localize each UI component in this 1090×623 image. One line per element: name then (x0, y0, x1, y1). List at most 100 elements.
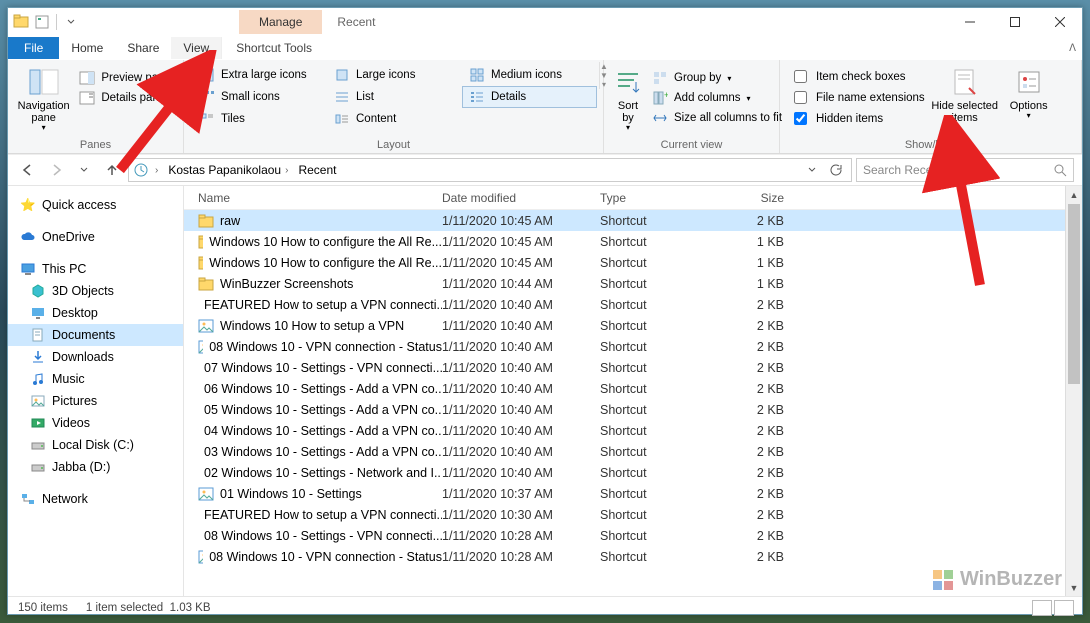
nav-pictures[interactable]: Pictures (8, 390, 183, 412)
maximize-button[interactable] (992, 8, 1037, 36)
nav-desktop[interactable]: Desktop (8, 302, 183, 324)
nav-quick-access[interactable]: ⭐Quick access (8, 194, 183, 216)
svg-text:+: + (664, 90, 668, 100)
collapse-ribbon-icon[interactable]: ᐱ (1069, 43, 1076, 54)
details-pane-button[interactable]: Details pane (73, 88, 177, 108)
file-row[interactable]: 07 Windows 10 - Settings - VPN connecti.… (184, 357, 1082, 378)
view-details-button[interactable] (1032, 600, 1052, 616)
nav-this-pc[interactable]: This PC (8, 258, 183, 280)
details-pane-icon (79, 90, 95, 106)
breadcrumb-recent[interactable]: Recent (294, 163, 340, 177)
col-size[interactable]: Size (728, 191, 802, 205)
file-row[interactable]: 06 Windows 10 - Settings - Add a VPN co.… (184, 378, 1082, 399)
column-headers[interactable]: Name Date modified Type Size (184, 186, 1082, 210)
layout-extra-large[interactable]: Extra large icons (192, 64, 327, 86)
scroll-up-icon[interactable]: ▲ (1066, 186, 1082, 203)
tab-shortcut-tools[interactable]: Shortcut Tools (221, 37, 326, 59)
group-by-button[interactable]: Group by ▾ (646, 68, 788, 88)
layout-large[interactable]: Large icons (327, 64, 462, 86)
status-bar: 150 items 1 item selected 1.03 KB (8, 596, 1082, 619)
file-row[interactable]: Windows 10 How to configure the All Re..… (184, 231, 1082, 252)
minimize-button[interactable] (947, 8, 992, 36)
nav-3d-objects[interactable]: 3D Objects (8, 280, 183, 302)
view-large-icons-button[interactable] (1054, 600, 1074, 616)
file-row[interactable]: 08 Windows 10 - VPN connection - Status1… (184, 546, 1082, 567)
search-box[interactable]: Search Recent (856, 158, 1074, 182)
file-row[interactable]: WinBuzzer Screenshots1/11/2020 10:44 AMS… (184, 273, 1082, 294)
nav-jabba[interactable]: Jabba (D:) (8, 456, 183, 478)
address-box[interactable]: › Kostas Papanikolaou› Recent (128, 158, 852, 182)
tab-file[interactable]: File (8, 37, 59, 59)
col-name[interactable]: Name (184, 191, 442, 205)
col-type[interactable]: Type (600, 191, 728, 205)
status-count: 150 items (18, 602, 68, 614)
qat-dropdown[interactable] (62, 13, 80, 31)
file-row[interactable]: Windows 10 How to configure the All Re..… (184, 252, 1082, 273)
sort-by-button[interactable]: Sort by▾ (610, 62, 646, 137)
hide-selected-button[interactable]: Hide selected items (929, 62, 1001, 128)
file-row[interactable]: 01 Windows 10 - Settings1/11/2020 10:37 … (184, 483, 1082, 504)
nav-onedrive[interactable]: OneDrive (8, 226, 183, 248)
address-dropdown[interactable] (803, 158, 821, 182)
layout-content[interactable]: Content (327, 108, 462, 130)
tab-home[interactable]: Home (59, 37, 115, 59)
file-row[interactable]: raw1/11/2020 10:45 AMShortcut2 KB (184, 210, 1082, 231)
nav-music[interactable]: Music (8, 368, 183, 390)
layout-small[interactable]: Small icons (192, 86, 327, 108)
hide-selected-label: Hide selected items (931, 100, 999, 124)
file-name-extensions-checkbox[interactable]: File name extensions (786, 87, 929, 108)
layout-list[interactable]: List (327, 86, 462, 108)
add-columns-button[interactable]: +Add columns ▾ (646, 88, 788, 108)
scroll-down-icon[interactable]: ▼ (1066, 579, 1082, 596)
tab-share[interactable]: Share (115, 37, 171, 59)
preview-pane-button[interactable]: Preview pane (73, 68, 177, 88)
scroll-thumb[interactable] (1068, 204, 1080, 384)
titlebar: Manage Recent (8, 8, 1082, 36)
file-row[interactable]: 02 Windows 10 - Settings - Network and I… (184, 462, 1082, 483)
star-icon: ⭐ (20, 197, 36, 213)
up-button[interactable] (100, 158, 124, 182)
nav-local-disk[interactable]: Local Disk (C:) (8, 434, 183, 456)
status-selection: 1 item selected (86, 602, 163, 614)
col-date[interactable]: Date modified (442, 191, 600, 205)
nav-documents[interactable]: Documents (8, 324, 183, 346)
navigation-pane-button[interactable]: Navigation pane▾ (14, 62, 73, 137)
file-row[interactable]: 03 Windows 10 - Settings - Add a VPN co.… (184, 441, 1082, 462)
nav-downloads[interactable]: Downloads (8, 346, 183, 368)
drive-icon (30, 437, 46, 453)
documents-icon (30, 327, 46, 343)
nav-videos[interactable]: Videos (8, 412, 183, 434)
clock-icon (133, 162, 149, 178)
network-icon (20, 491, 36, 507)
file-row[interactable]: 08 Windows 10 - Settings - VPN connecti.… (184, 525, 1082, 546)
pictures-icon (30, 393, 46, 409)
file-row[interactable]: FEATURED How to setup a VPN connecti...1… (184, 504, 1082, 525)
layout-details[interactable]: Details (462, 86, 597, 108)
file-row[interactable]: Windows 10 How to setup a VPN1/11/2020 1… (184, 315, 1082, 336)
back-button[interactable] (16, 158, 40, 182)
item-check-boxes-checkbox[interactable]: Item check boxes (786, 66, 929, 87)
contextual-tab-manage[interactable]: Manage (239, 10, 322, 34)
ribbon-view: Navigation pane▾ Preview pane Details pa… (8, 60, 1082, 154)
nav-network[interactable]: Network (8, 488, 183, 510)
size-all-columns-button[interactable]: Size all columns to fit (646, 108, 788, 128)
qat-explorer-icon[interactable] (12, 13, 30, 31)
tab-view[interactable]: View (171, 37, 221, 59)
forward-button[interactable] (44, 158, 68, 182)
layout-medium[interactable]: Medium icons (462, 64, 597, 86)
download-icon (30, 349, 46, 365)
scrollbar[interactable]: ▲ ▼ (1065, 186, 1082, 596)
file-row[interactable]: 05 Windows 10 - Settings - Add a VPN co.… (184, 399, 1082, 420)
options-button[interactable]: Options▾ (1001, 62, 1057, 125)
close-button[interactable] (1037, 8, 1082, 36)
file-row[interactable]: FEATURED How to setup a VPN connecti...1… (184, 294, 1082, 315)
refresh-button[interactable] (823, 158, 847, 182)
layout-tiles[interactable]: Tiles (192, 108, 327, 130)
hidden-items-checkbox[interactable]: Hidden items (786, 108, 929, 129)
breadcrumb-user[interactable]: Kostas Papanikolaou› (164, 163, 292, 177)
recent-locations-button[interactable] (72, 158, 96, 182)
sort-by-icon (612, 66, 644, 98)
file-row[interactable]: 08 Windows 10 - VPN connection - Status1… (184, 336, 1082, 357)
qat-properties-icon[interactable] (33, 13, 51, 31)
file-row[interactable]: 04 Windows 10 - Settings - Add a VPN co.… (184, 420, 1082, 441)
